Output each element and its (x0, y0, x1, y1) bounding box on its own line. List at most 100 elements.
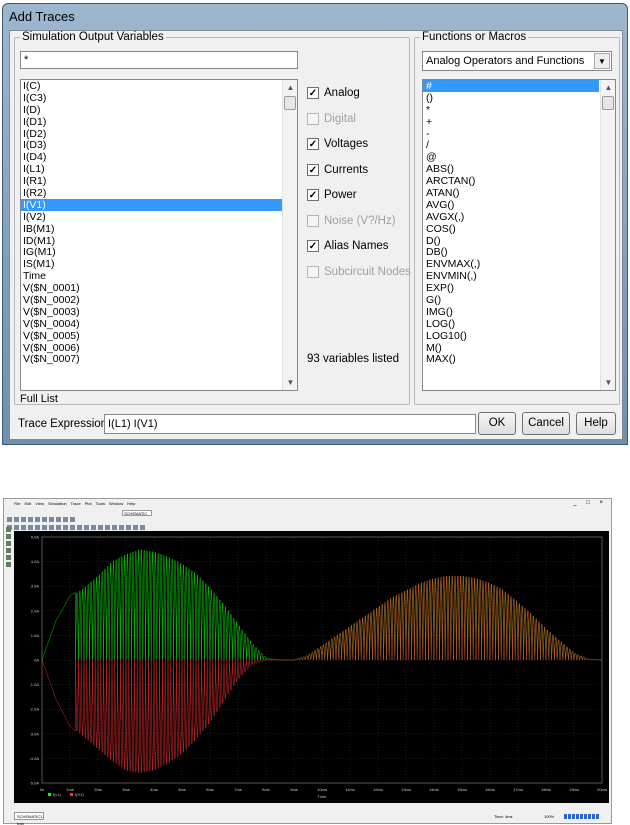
noise-checkbox[interactable]: Noise (V?/Hz) (307, 215, 396, 229)
scroll-up-icon[interactable]: ▲ (283, 80, 297, 95)
function-list-item[interactable]: / (423, 139, 615, 152)
menu-item[interactable]: Tools (96, 501, 105, 506)
toolbar-icon[interactable] (133, 525, 138, 530)
variable-list-item[interactable]: I(D3) (21, 139, 297, 152)
toolbar-icon[interactable] (119, 525, 124, 530)
toolbar-icon[interactable] (28, 525, 33, 530)
toolbar-icon[interactable] (84, 525, 89, 530)
function-list-item[interactable]: DB() (423, 246, 615, 259)
function-list-item[interactable]: EXP() (423, 282, 615, 294)
scroll-up-icon[interactable]: ▲ (601, 80, 615, 95)
variable-list-item[interactable]: I(R2) (21, 187, 297, 199)
plot-tab[interactable]: SCHEMATIC1-tran (14, 812, 44, 825)
toolbar-icon[interactable] (6, 562, 11, 567)
toolbar-icon[interactable] (63, 525, 68, 530)
variable-list-item[interactable]: I(V2) (21, 211, 297, 223)
menu-item[interactable]: Help (127, 501, 135, 506)
alias-names-checkbox[interactable]: ✓ Alias Names (307, 240, 389, 254)
variable-list-item[interactable]: I(C) (21, 80, 297, 92)
function-list-item[interactable]: @ (423, 151, 615, 163)
variable-list-item[interactable]: I(D1) (21, 116, 297, 128)
ok-button[interactable]: OK (478, 412, 516, 435)
function-list-item[interactable]: - (423, 128, 615, 140)
variable-list-item[interactable]: V($N_0007) (21, 353, 297, 366)
function-list-item[interactable]: () (423, 92, 615, 104)
function-list-item[interactable]: G() (423, 294, 615, 306)
toolbar-icon[interactable] (91, 525, 96, 530)
variable-list-item[interactable]: V($N_0004) (21, 318, 297, 330)
variable-list-item[interactable]: IB(M1) (21, 223, 297, 235)
chevron-down-icon[interactable]: ▼ (594, 53, 610, 69)
trace-expression-input[interactable]: I(L1) I(V1) (104, 414, 476, 434)
function-list-item[interactable]: LOG10() (423, 330, 615, 342)
function-list-item[interactable]: LOG() (423, 318, 615, 330)
digital-checkbox[interactable]: Digital (307, 113, 356, 127)
variable-list-item[interactable]: IG(M1) (21, 246, 297, 259)
scroll-down-icon[interactable]: ▼ (601, 375, 615, 390)
scroll-thumb[interactable] (284, 96, 296, 110)
menu-item[interactable]: Simulation (48, 501, 67, 506)
function-list-item[interactable]: AVG() (423, 199, 615, 211)
function-list-item[interactable]: # (423, 80, 599, 92)
function-list-item[interactable]: ARCTAN() (423, 175, 615, 187)
toolbar-icon[interactable] (6, 555, 11, 560)
scroll-down-icon[interactable]: ▼ (283, 375, 297, 390)
currents-checkbox[interactable]: ✓ Currents (307, 164, 368, 178)
toolbar-icon[interactable] (70, 525, 75, 530)
toolbar-icon[interactable] (21, 525, 26, 530)
variable-list-item[interactable]: V($N_0005) (21, 330, 297, 342)
menu-item[interactable]: Plot (85, 501, 92, 506)
variable-list-item[interactable]: I(C3) (21, 92, 297, 104)
toolbar-icon[interactable] (56, 525, 61, 530)
cancel-button[interactable]: Cancel (522, 412, 570, 435)
toolbar-icon[interactable] (49, 525, 54, 530)
variable-list-item[interactable]: V($N_0001) (21, 282, 297, 294)
toolbar-icon[interactable] (6, 534, 11, 539)
variable-list-item[interactable]: I(D4) (21, 151, 297, 163)
menu-item[interactable]: Trace (71, 501, 81, 506)
toolbar-icon[interactable] (98, 525, 103, 530)
variable-list-scrollbar[interactable]: ▲ ▼ (282, 80, 297, 390)
variable-list[interactable]: I(C) I(C3) I(D) I(D1) I(D2) I(D3) I(D4) I(L1) I(… (20, 79, 298, 391)
menu-item[interactable]: View (35, 501, 44, 506)
variable-list-item[interactable]: ID(M1) (21, 235, 297, 247)
toolbar-icon[interactable] (77, 525, 82, 530)
variable-list-item[interactable]: V($N_0006) (21, 342, 297, 354)
function-list-item[interactable]: IMG() (423, 306, 615, 318)
toolbar-icon[interactable] (126, 525, 131, 530)
variable-list-item[interactable]: I(L1) (21, 163, 297, 175)
toolbar-icon[interactable] (14, 525, 19, 530)
function-list-item[interactable]: ENVMAX(,) (423, 258, 615, 270)
function-list[interactable]: #() * + - / @ ABS() ARCTAN() ATAN() AVG() AVGX(,) C… (422, 79, 616, 391)
menu-item[interactable]: File (14, 501, 20, 506)
function-list-item[interactable]: ENVMIN(,) (423, 270, 615, 282)
analog-checkbox[interactable]: ✓ Analog (307, 87, 360, 101)
profile-combo[interactable]: SCHEMATIC (122, 510, 152, 516)
toolbar-icon[interactable] (112, 525, 117, 530)
variable-list-item[interactable]: I(D) (21, 104, 297, 116)
function-list-scrollbar[interactable]: ▲ ▼ (600, 80, 615, 390)
function-list-item[interactable]: + (423, 116, 615, 128)
power-checkbox[interactable]: ✓ Power (307, 189, 357, 203)
help-button[interactable]: Help (576, 412, 616, 435)
toolbar-icon[interactable] (6, 541, 11, 546)
toolbar-icon[interactable] (42, 525, 47, 530)
function-list-item[interactable]: M() (423, 342, 615, 354)
function-list-item[interactable]: COS() (423, 223, 615, 235)
subcircuit-nodes-checkbox[interactable]: Subcircuit Nodes (307, 266, 411, 280)
variable-list-item[interactable]: V($N_0002) (21, 294, 297, 306)
toolbar-icon[interactable] (35, 525, 40, 530)
menu-item[interactable]: Edit (24, 501, 31, 506)
function-list-item[interactable]: ATAN() (423, 187, 615, 199)
toolbar-icon[interactable] (6, 527, 11, 532)
function-list-item[interactable]: MAX() (423, 353, 615, 366)
function-list-item[interactable]: AVGX(,) (423, 211, 615, 223)
voltages-checkbox[interactable]: ✓ Voltages (307, 138, 368, 152)
variable-list-item[interactable]: I(D2) (21, 128, 297, 140)
function-category-select[interactable]: Analog Operators and Functions ▼ (422, 51, 612, 71)
function-list-item[interactable]: * (423, 104, 615, 116)
variable-list-item[interactable]: IS(M1) (21, 258, 297, 270)
window-controls[interactable]: _ □ × (573, 500, 607, 506)
variable-list-item[interactable]: I(R1) (21, 175, 297, 187)
menu-item[interactable]: Window (109, 501, 123, 506)
